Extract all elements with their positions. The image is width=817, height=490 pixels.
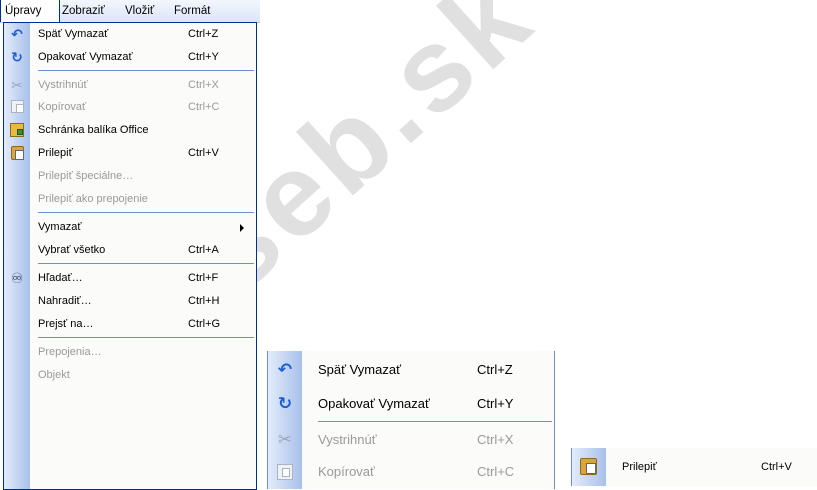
redo-icon: ↻	[11, 49, 23, 65]
menu-zobrazit[interactable]: Zobraziť	[58, 0, 109, 22]
menu-separator	[38, 337, 254, 338]
menu-item-object[interactable]: Objekt	[4, 364, 256, 386]
menu-item-paste-special[interactable]: Prilepiť špeciálne…	[4, 165, 256, 187]
zoom-item-cut[interactable]: ✂ Vystrihnúť Ctrl+X	[268, 423, 554, 457]
zoomed-menu: ↶ Späť Vymazať Ctrl+Z ↻ Opakovať Vymazať…	[267, 351, 555, 489]
binoculars-icon: ♾	[10, 270, 24, 286]
menu-bar: Úpravy Zobraziť Vložiť Formát	[0, 0, 260, 23]
menu-upravy[interactable]: Úpravy	[0, 0, 60, 22]
menu-separator	[38, 263, 254, 264]
copy-icon	[276, 463, 294, 481]
edit-menu: ↶ Späť Vymazať Ctrl+Z ↻ Opakovať Vymazať…	[3, 22, 257, 490]
redo-icon: ↻	[277, 394, 293, 413]
menu-item-find[interactable]: ♾ Hľadať… Ctrl+F	[4, 267, 256, 289]
office-clipboard-icon	[9, 122, 25, 138]
paste-icon	[580, 458, 598, 476]
zoom-item-copy[interactable]: Kopírovať Ctrl+C	[268, 455, 554, 489]
menu-item-undo[interactable]: ↶ Späť Vymazať Ctrl+Z	[4, 23, 256, 45]
menu-item-cut[interactable]: ✂ Vystrihnúť Ctrl+X	[4, 74, 256, 96]
menu-separator	[38, 212, 254, 213]
zoom-item-undo[interactable]: ↶ Späť Vymazať Ctrl+Z	[268, 353, 554, 387]
copy-icon	[9, 99, 25, 115]
menu-item-clear[interactable]: Vymazať	[4, 216, 256, 238]
menu-item-select-all[interactable]: Vybrať všetko Ctrl+A	[4, 239, 256, 261]
undo-icon: ↶	[277, 360, 293, 379]
menu-item-redo[interactable]: ↻ Opakovať Vymazať Ctrl+Y	[4, 46, 256, 68]
scissors-icon: ✂	[277, 430, 293, 449]
menu-separator	[38, 70, 254, 71]
menu-item-office-clipboard[interactable]: Schránka balíka Office	[4, 119, 256, 141]
menu-item-paste-as-link[interactable]: Prilepiť ako prepojenie	[4, 188, 256, 210]
paste-item-example[interactable]: Prilepiť Ctrl+V	[571, 448, 817, 486]
zoom-separator	[318, 421, 552, 422]
menu-item-replace[interactable]: Nahradiť… Ctrl+H	[4, 290, 256, 312]
menu-item-paste[interactable]: Prilepiť Ctrl+V	[4, 142, 256, 164]
menu-item-goto[interactable]: Prejsť na… Ctrl+G	[4, 313, 256, 335]
menu-item-links[interactable]: Prepojenia…	[4, 341, 256, 363]
menu-item-copy[interactable]: Kopírovať Ctrl+C	[4, 96, 256, 118]
paste-icon	[9, 145, 25, 161]
undo-icon: ↶	[11, 26, 23, 42]
zoom-item-redo[interactable]: ↻ Opakovať Vymazať Ctrl+Y	[268, 387, 554, 421]
menu-vlozit[interactable]: Vložiť	[121, 0, 158, 22]
scissors-icon: ✂	[11, 77, 23, 93]
menu-format[interactable]: Formát	[170, 0, 214, 22]
submenu-arrow-icon	[240, 224, 244, 232]
